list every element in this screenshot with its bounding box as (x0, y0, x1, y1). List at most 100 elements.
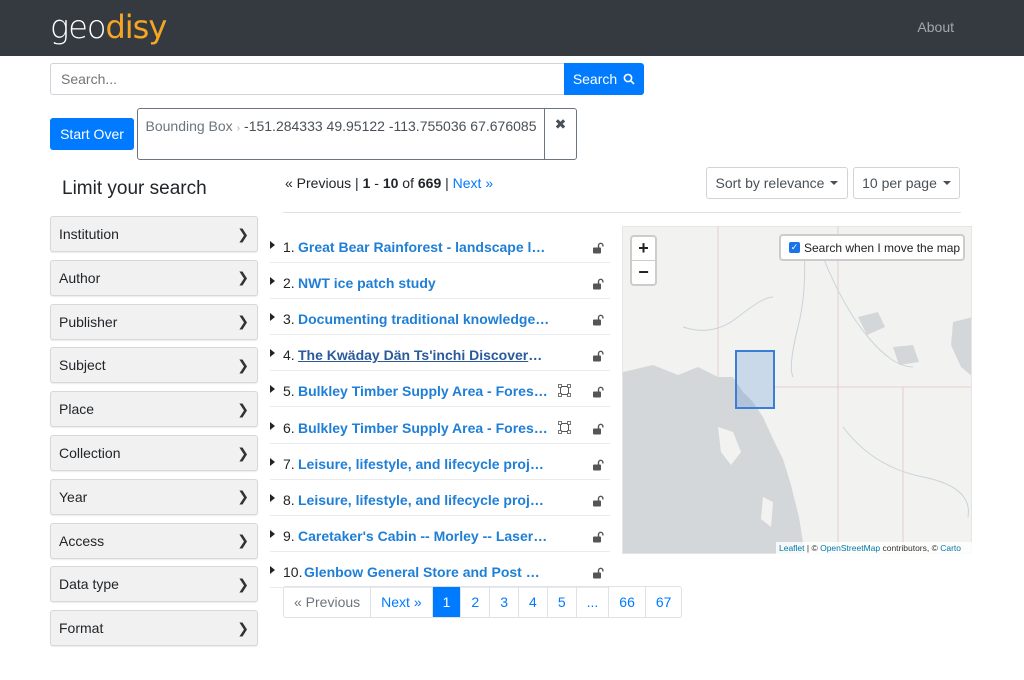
openstreetmap-link[interactable]: OpenStreetMap (820, 543, 880, 553)
facet-label: Access (59, 532, 105, 549)
result-item: 8. Leisure, lifestyle, and lifecycle proj… (270, 482, 610, 516)
unlocked-icon (593, 495, 604, 507)
result-item: 10. Glenbow General Store and Post Offic.… (270, 554, 610, 588)
facet-label: Format (59, 620, 104, 637)
page-3-link[interactable]: 3 (489, 587, 518, 617)
checkbox-checked-icon[interactable]: ✓ (789, 242, 800, 253)
facet-label: Publisher (59, 313, 118, 330)
result-title-link[interactable]: Great Bear Rainforest - landscape level.… (298, 239, 550, 255)
caret-down-icon (942, 181, 951, 185)
chevron-right-icon: ❯ (237, 313, 249, 330)
river (682, 296, 774, 331)
search-button[interactable]: Search (564, 63, 644, 95)
result-title-link[interactable]: Bulkley Timber Supply Area - Forest Pl..… (298, 420, 552, 436)
geodisy-logo[interactable]: geodisy (50, 8, 167, 46)
constraint-filter-name: Bounding Box (145, 118, 233, 134)
carto-link[interactable]: Carto (940, 543, 961, 553)
result-title-link[interactable]: NWT ice patch study (298, 275, 436, 291)
result-title-link[interactable]: Leisure, lifestyle, and lifecycle projec… (298, 456, 550, 472)
nav-about-link[interactable]: About (917, 19, 954, 35)
result-title-link[interactable]: Caretaker's Cabin -- Morley -- Laser S..… (298, 528, 550, 544)
ocean-water (623, 365, 805, 553)
expand-triangle-icon[interactable] (270, 421, 275, 430)
leaflet-link[interactable]: Leaflet (779, 543, 805, 553)
unlocked-icon (593, 531, 604, 543)
result-title-link[interactable]: Glenbow General Store and Post Offic... (304, 564, 550, 580)
page-1-current: 1 (431, 587, 461, 617)
bounding-box-icon (558, 420, 571, 434)
expand-triangle-icon[interactable] (270, 565, 275, 574)
expand-triangle-icon[interactable] (270, 349, 275, 358)
page-entries-info: « Previous | 1 - 10 of 669 | Next » (285, 175, 494, 191)
next-page-link[interactable]: Next » (453, 175, 493, 191)
result-title-link[interactable]: Documenting traditional knowledge in ... (298, 311, 550, 327)
unlocked-icon (593, 567, 604, 579)
chevron-right-icon: ❯ (237, 400, 249, 417)
per-page-dropdown[interactable]: 10 per page (853, 167, 960, 199)
chevron-right-icon: ❯ (237, 269, 249, 286)
facet-publisher[interactable]: Publisher ❯ (50, 303, 258, 340)
chevron-right-icon: ❯ (237, 488, 249, 505)
result-item: 4. The Kwäday Dän Ts'inchi Discovery: Ex.… (270, 337, 610, 372)
expand-triangle-icon[interactable] (270, 313, 275, 322)
facet-data-type[interactable]: Data type ❯ (50, 566, 258, 603)
expand-triangle-icon[interactable] (270, 277, 275, 286)
caret-down-icon (830, 181, 839, 185)
result-item: 7. Leisure, lifestyle, and lifecycle proj… (270, 446, 610, 480)
page-67-link[interactable]: 67 (644, 587, 682, 617)
result-number: 4. (283, 347, 295, 364)
facet-label: Subject (59, 357, 106, 374)
search-input[interactable] (50, 63, 565, 95)
sort-dropdown[interactable]: Sort by relevance (706, 167, 848, 199)
facet-subject[interactable]: Subject ❯ (50, 347, 258, 384)
search-when-move-label: Search when I move the map (804, 240, 961, 255)
facet-access[interactable]: Access ❯ (50, 522, 258, 559)
chevron-right-icon: ❯ (237, 575, 249, 592)
results-map[interactable] (622, 226, 972, 554)
facet-year[interactable]: Year ❯ (50, 478, 258, 515)
search-icon (623, 73, 635, 85)
lake (893, 345, 919, 365)
chevron-right-icon: › (236, 123, 241, 134)
result-number: 1. (283, 239, 295, 255)
search-when-move-toggle[interactable]: ✓ Search when I move the map (779, 234, 965, 261)
facet-institution[interactable]: Institution ❯ (50, 216, 258, 252)
result-number: 5. (283, 383, 295, 400)
lake (858, 312, 885, 335)
chevron-right-icon: ❯ (237, 532, 249, 549)
facet-label: Year (59, 488, 88, 505)
result-item: 2. NWT ice patch study (270, 265, 610, 300)
expand-triangle-icon[interactable] (270, 385, 275, 394)
facet-author[interactable]: Author ❯ (50, 259, 258, 296)
hudson-bay-water (951, 317, 971, 376)
unlocked-icon (593, 350, 604, 362)
page-4-link[interactable]: 4 (518, 587, 547, 617)
expand-triangle-icon[interactable] (270, 457, 275, 466)
facet-label: Place (59, 401, 95, 418)
zoom-out-button[interactable]: − (632, 261, 655, 285)
result-title-link[interactable]: The Kwäday Dän Ts'inchi Discovery: Ex... (298, 347, 550, 363)
remove-constraint-button[interactable]: ✖ (544, 108, 577, 160)
per-page-dropdown-label: 10 per page (862, 175, 937, 191)
close-icon: ✖ (554, 116, 567, 132)
facet-collection[interactable]: Collection ❯ (50, 435, 258, 471)
result-title-link[interactable]: Bulkley Timber Supply Area - Forest Pl..… (298, 383, 552, 399)
result-item: 1. Great Bear Rainforest - landscape leve… (270, 229, 610, 263)
zoom-in-button[interactable]: + (632, 237, 655, 261)
unlocked-icon (593, 423, 604, 434)
result-number: 10. (283, 563, 303, 580)
page-5-link[interactable]: 5 (546, 587, 576, 617)
expand-triangle-icon[interactable] (270, 241, 275, 249)
page-66-link[interactable]: 66 (608, 587, 645, 617)
expand-triangle-icon[interactable] (270, 493, 275, 502)
page-2-link[interactable]: 2 (460, 587, 489, 617)
facet-format[interactable]: Format ❯ (50, 610, 258, 647)
expand-triangle-icon[interactable] (270, 529, 275, 538)
start-over-button[interactable]: Start Over (50, 118, 134, 150)
facet-place[interactable]: Place ❯ (50, 391, 258, 428)
facet-label: Collection (59, 445, 121, 461)
facet-label: Data type (59, 576, 119, 593)
map-attribution: Leaflet | © OpenStreetMap contributors, … (776, 542, 972, 554)
pager-next-link[interactable]: Next » (370, 587, 431, 617)
result-title-link[interactable]: Leisure, lifestyle, and lifecycle projec… (298, 492, 550, 508)
